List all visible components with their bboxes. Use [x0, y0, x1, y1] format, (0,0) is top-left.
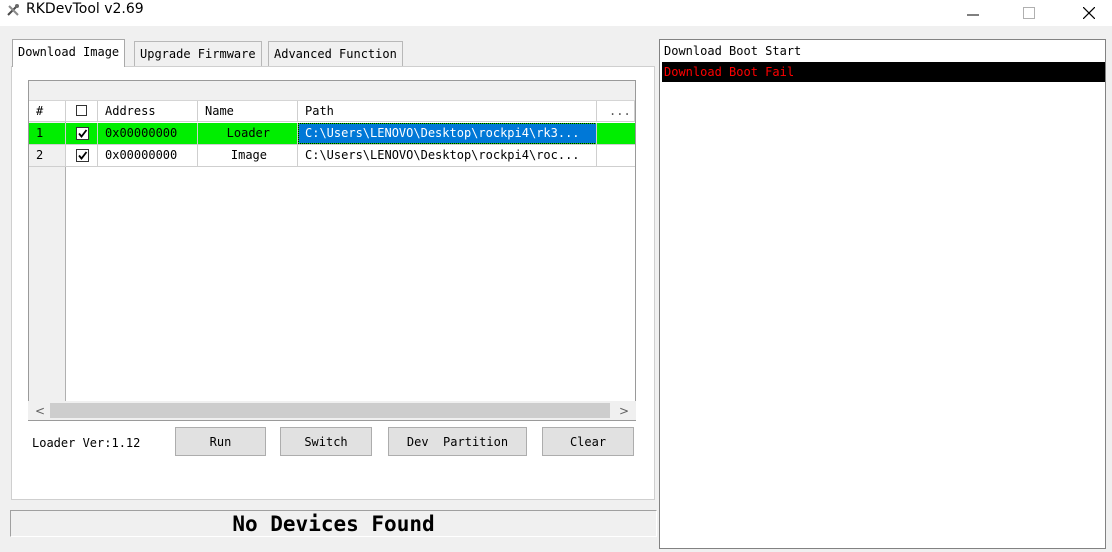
header-address: Address	[98, 101, 198, 122]
row-2-path[interactable]: C:\Users\LENOVO\Desktop\rockpi4\roc...	[298, 145, 597, 167]
switch-button[interactable]: Switch	[280, 427, 372, 456]
scroll-left-button[interactable]: <	[30, 401, 50, 420]
loader-version-label: Loader Ver:1.12	[32, 436, 141, 450]
checkmark-icon	[78, 129, 88, 138]
status-bar: No Devices Found	[10, 510, 657, 537]
row-2-address[interactable]: 0x00000000	[98, 145, 198, 167]
checkmark-icon	[78, 151, 88, 160]
minimize-button[interactable]	[950, 0, 996, 26]
clear-button[interactable]: Clear	[542, 427, 634, 456]
row-2-more[interactable]	[597, 145, 635, 167]
image-table: # Address Name Path ... 1 0x00000000 Loa…	[28, 80, 636, 421]
header-index: #	[29, 101, 66, 122]
row-1-checkbox[interactable]	[76, 127, 89, 140]
header-path: Path	[298, 101, 597, 122]
header-more: ...	[597, 101, 635, 122]
title-bar: RKDevTool v2.69	[0, 0, 1112, 26]
log-line-error: Download Boot Fail	[662, 62, 1105, 82]
scroll-thumb[interactable]	[50, 403, 610, 418]
row-2-checkbox[interactable]	[76, 149, 89, 162]
horizontal-scrollbar[interactable]: < >	[28, 401, 636, 420]
maximize-icon	[1023, 7, 1035, 19]
run-button[interactable]: Run	[175, 427, 266, 456]
tab-download-image[interactable]: Download Image	[12, 39, 126, 67]
table-top-strip	[29, 81, 635, 101]
row-1-path-text[interactable]: C:\Users\LENOVO\Desktop\rockpi4\rk3...	[298, 123, 596, 144]
chevron-right-icon: >	[618, 403, 630, 418]
row-1-name[interactable]: Loader	[198, 123, 298, 145]
header-name: Name	[198, 101, 298, 122]
row-1-index[interactable]: 1	[29, 123, 66, 145]
close-icon	[1083, 7, 1095, 19]
header-select-all[interactable]	[66, 101, 98, 122]
header-checkbox[interactable]	[76, 105, 87, 116]
row-2-select[interactable]	[66, 145, 98, 167]
dev-partition-button[interactable]: Dev Partition	[388, 427, 527, 456]
row-2-name[interactable]: Image	[198, 145, 298, 167]
row-1-select[interactable]	[66, 123, 98, 145]
chevron-left-icon: <	[34, 403, 46, 418]
scroll-right-button[interactable]: >	[614, 401, 634, 420]
row-2-index[interactable]: 2	[29, 145, 66, 167]
row-1-path[interactable]: C:\Users\LENOVO\Desktop\rockpi4\rk3...	[298, 123, 597, 145]
window-title: RKDevTool v2.69	[26, 1, 144, 17]
tab-advanced-function[interactable]: Advanced Function	[268, 41, 403, 66]
rk-app-icon	[7, 4, 19, 16]
row-1-more[interactable]	[597, 123, 635, 145]
row-1-address[interactable]: 0x00000000	[98, 123, 198, 145]
device-status-text: No Devices Found	[232, 512, 435, 536]
log-line: Download Boot Start	[662, 41, 1105, 61]
maximize-button[interactable]	[1006, 0, 1052, 26]
tab-upgrade-firmware[interactable]: Upgrade Firmware	[134, 41, 262, 66]
minimize-icon	[967, 14, 979, 16]
close-button[interactable]	[1066, 0, 1112, 26]
log-panel[interactable]: Download Boot Start Download Boot Fail	[659, 39, 1106, 549]
